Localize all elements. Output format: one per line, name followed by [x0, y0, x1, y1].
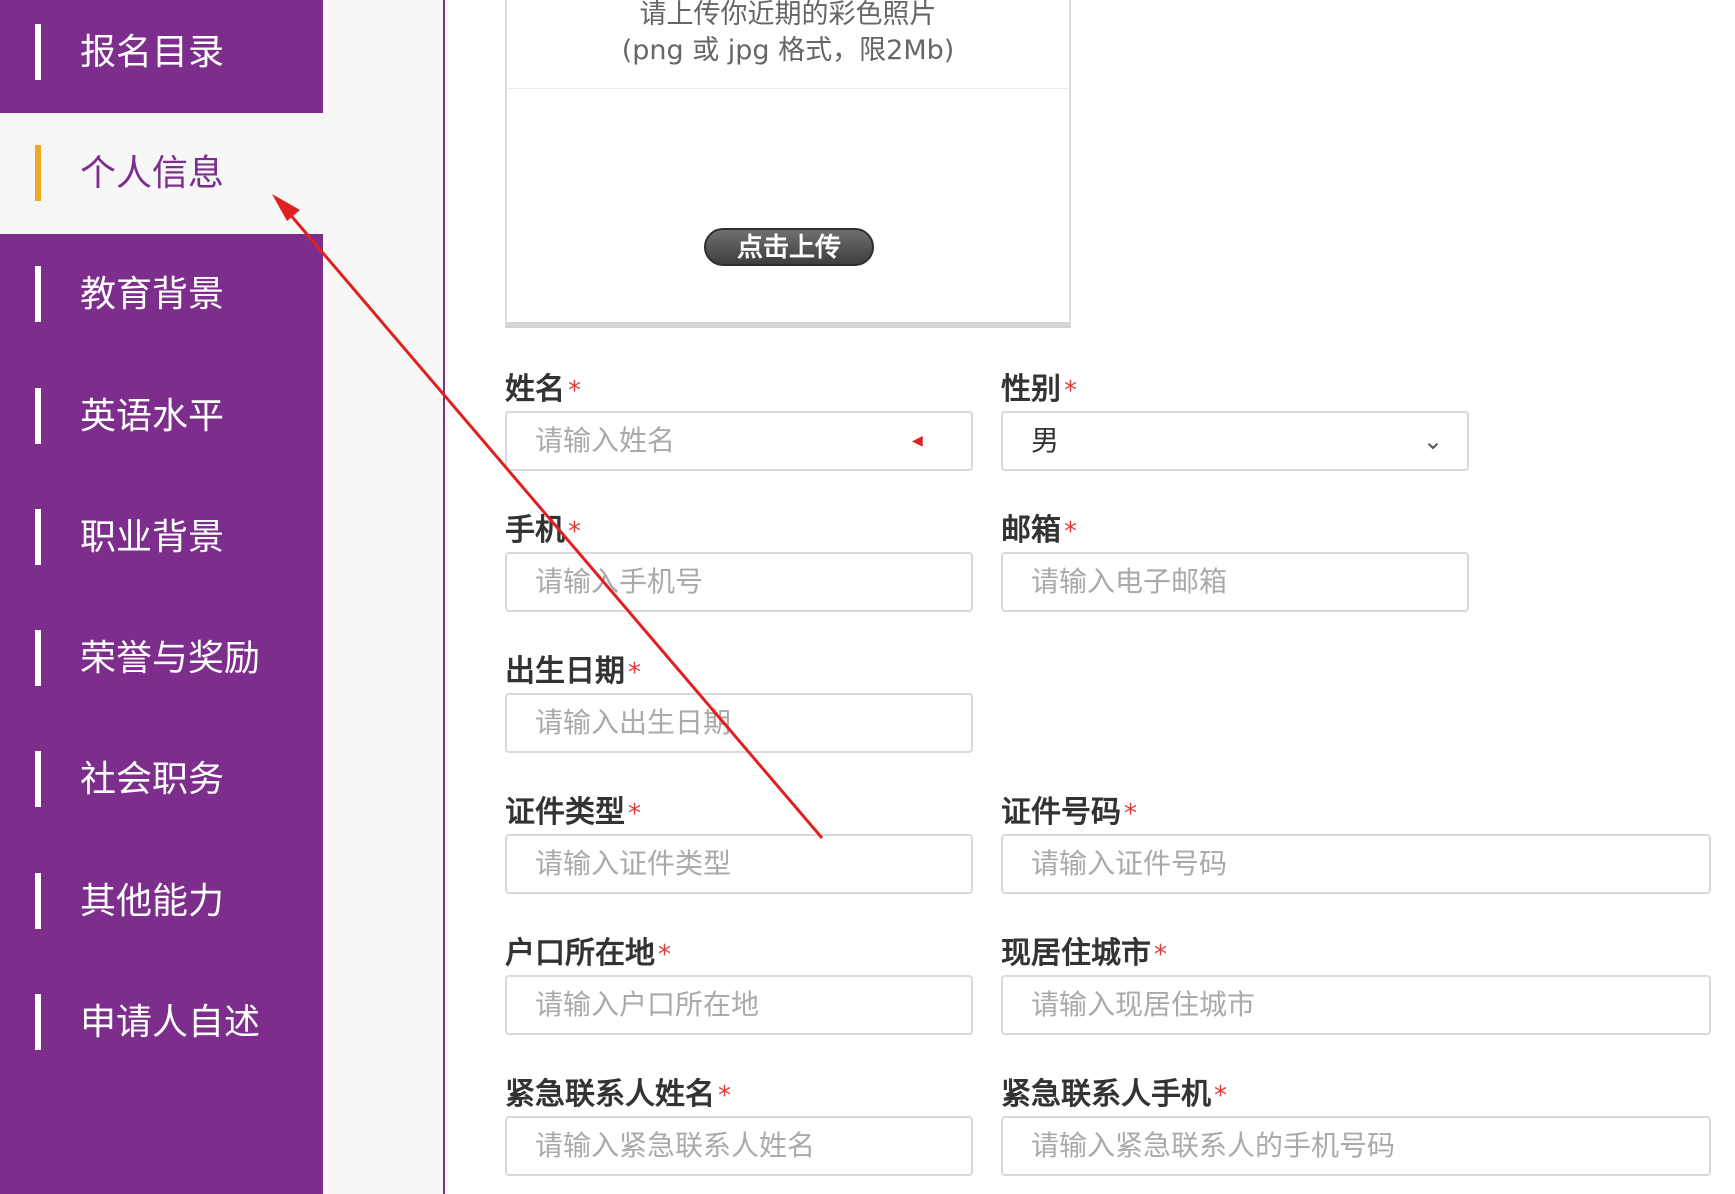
nav-indicator-active [35, 145, 41, 201]
sidebar-item-label: 申请人自述 [80, 1002, 261, 1043]
nav-indicator [35, 873, 41, 929]
upload-button[interactable]: 点击上传 [704, 228, 874, 266]
id-number-input[interactable]: 请输入证件号码 [1001, 834, 1711, 894]
required-mark: * [568, 376, 581, 406]
content-divider [443, 0, 445, 1194]
id-number-label: 证件号码 * [1001, 795, 1137, 830]
nav-indicator [35, 751, 41, 807]
chevron-down-icon: ⌄ [1422, 427, 1443, 455]
nav-indicator [35, 388, 41, 444]
emergency-name-input[interactable]: 请输入紧急联系人姓名 [505, 1116, 973, 1176]
sidebar-item-label: 英语水平 [80, 396, 225, 437]
required-mark: * [1064, 376, 1077, 406]
required-mark: * [658, 940, 671, 970]
sidebar-item-education[interactable]: 教育背景 [0, 234, 323, 355]
sidebar-item-career[interactable]: 职业背景 [0, 477, 323, 598]
city-input[interactable]: 请输入现居住城市 [1001, 975, 1711, 1035]
nav-indicator [35, 630, 41, 686]
sidebar: 报名目录 个人信息 教育背景 英语水平 职业背景 荣誉与奖励 社会职务 其他能力… [0, 0, 323, 1194]
gender-select[interactable]: 男 ⌄ [1001, 411, 1469, 471]
hukou-input[interactable]: 请输入户口所在地 [505, 975, 973, 1035]
phone-input[interactable]: 请输入手机号 [505, 552, 973, 612]
emergency-name-label: 紧急联系人姓名 * [505, 1077, 731, 1112]
sidebar-item-honors[interactable]: 荣誉与奖励 [0, 598, 323, 719]
hukou-label: 户口所在地 * [505, 936, 671, 971]
phone-label: 手机 * [505, 513, 581, 548]
name-label: 姓名 * [505, 372, 581, 407]
sidebar-gap [323, 0, 444, 1194]
photo-upload-box: 请上传你近期的彩色照片 (png 或 jpg 格式，限2Mb) 点击上传 [505, 0, 1071, 328]
photo-hint-line1: 请上传你近期的彩色照片 [639, 0, 937, 30]
email-label: 邮箱 * [1001, 513, 1077, 548]
sidebar-item-label: 报名目录 [80, 32, 225, 73]
birthdate-label: 出生日期 * [505, 654, 641, 689]
nav-indicator [35, 994, 41, 1050]
sidebar-item-label: 其他能力 [80, 881, 225, 922]
nav-indicator [35, 24, 41, 80]
required-mark: * [628, 799, 641, 829]
sidebar-item-label: 教育背景 [80, 274, 225, 315]
sidebar-item-english[interactable]: 英语水平 [0, 356, 323, 477]
required-mark: * [1214, 1081, 1227, 1111]
nav-indicator [35, 266, 41, 322]
id-type-input[interactable]: 请输入证件类型 [505, 834, 973, 894]
emergency-phone-input[interactable]: 请输入紧急联系人的手机号码 [1001, 1116, 1711, 1176]
id-type-label: 证件类型 * [505, 795, 641, 830]
gender-value: 男 [1031, 424, 1060, 457]
required-mark: * [718, 1081, 731, 1111]
photo-separator [507, 88, 1069, 89]
emergency-phone-label: 紧急联系人手机 * [1001, 1077, 1227, 1112]
sidebar-item-personal-statement[interactable]: 申请人自述 [0, 962, 323, 1083]
sidebar-item-label: 职业背景 [80, 517, 225, 558]
name-placeholder: 请输入姓名 [535, 424, 676, 457]
gender-label: 性别 * [1001, 372, 1077, 407]
sidebar-item-label: 社会职务 [80, 759, 225, 800]
nav-indicator [35, 509, 41, 565]
sidebar-item-label: 个人信息 [80, 153, 225, 194]
sidebar-item-personal-info[interactable]: 个人信息 [0, 113, 323, 234]
city-label: 现居住城市 * [1001, 936, 1167, 971]
required-mark: * [1124, 799, 1137, 829]
annotation-arrow-tip-icon: ◀ [912, 433, 923, 449]
sidebar-item-registration-catalog[interactable]: 报名目录 [0, 0, 323, 113]
required-mark: * [1154, 940, 1167, 970]
sidebar-item-social-roles[interactable]: 社会职务 [0, 719, 323, 840]
required-mark: * [568, 517, 581, 547]
birthdate-input[interactable]: 请输入出生日期 [505, 693, 973, 753]
email-input[interactable]: 请输入电子邮箱 [1001, 552, 1469, 612]
required-mark: * [628, 658, 641, 688]
name-input[interactable]: 请输入姓名 ◀ [505, 411, 973, 471]
photo-hint-line2: (png 或 jpg 格式，限2Mb) [621, 35, 955, 66]
required-mark: * [1064, 517, 1077, 547]
sidebar-item-label: 荣誉与奖励 [80, 638, 261, 679]
sidebar-item-other-skills[interactable]: 其他能力 [0, 841, 323, 962]
